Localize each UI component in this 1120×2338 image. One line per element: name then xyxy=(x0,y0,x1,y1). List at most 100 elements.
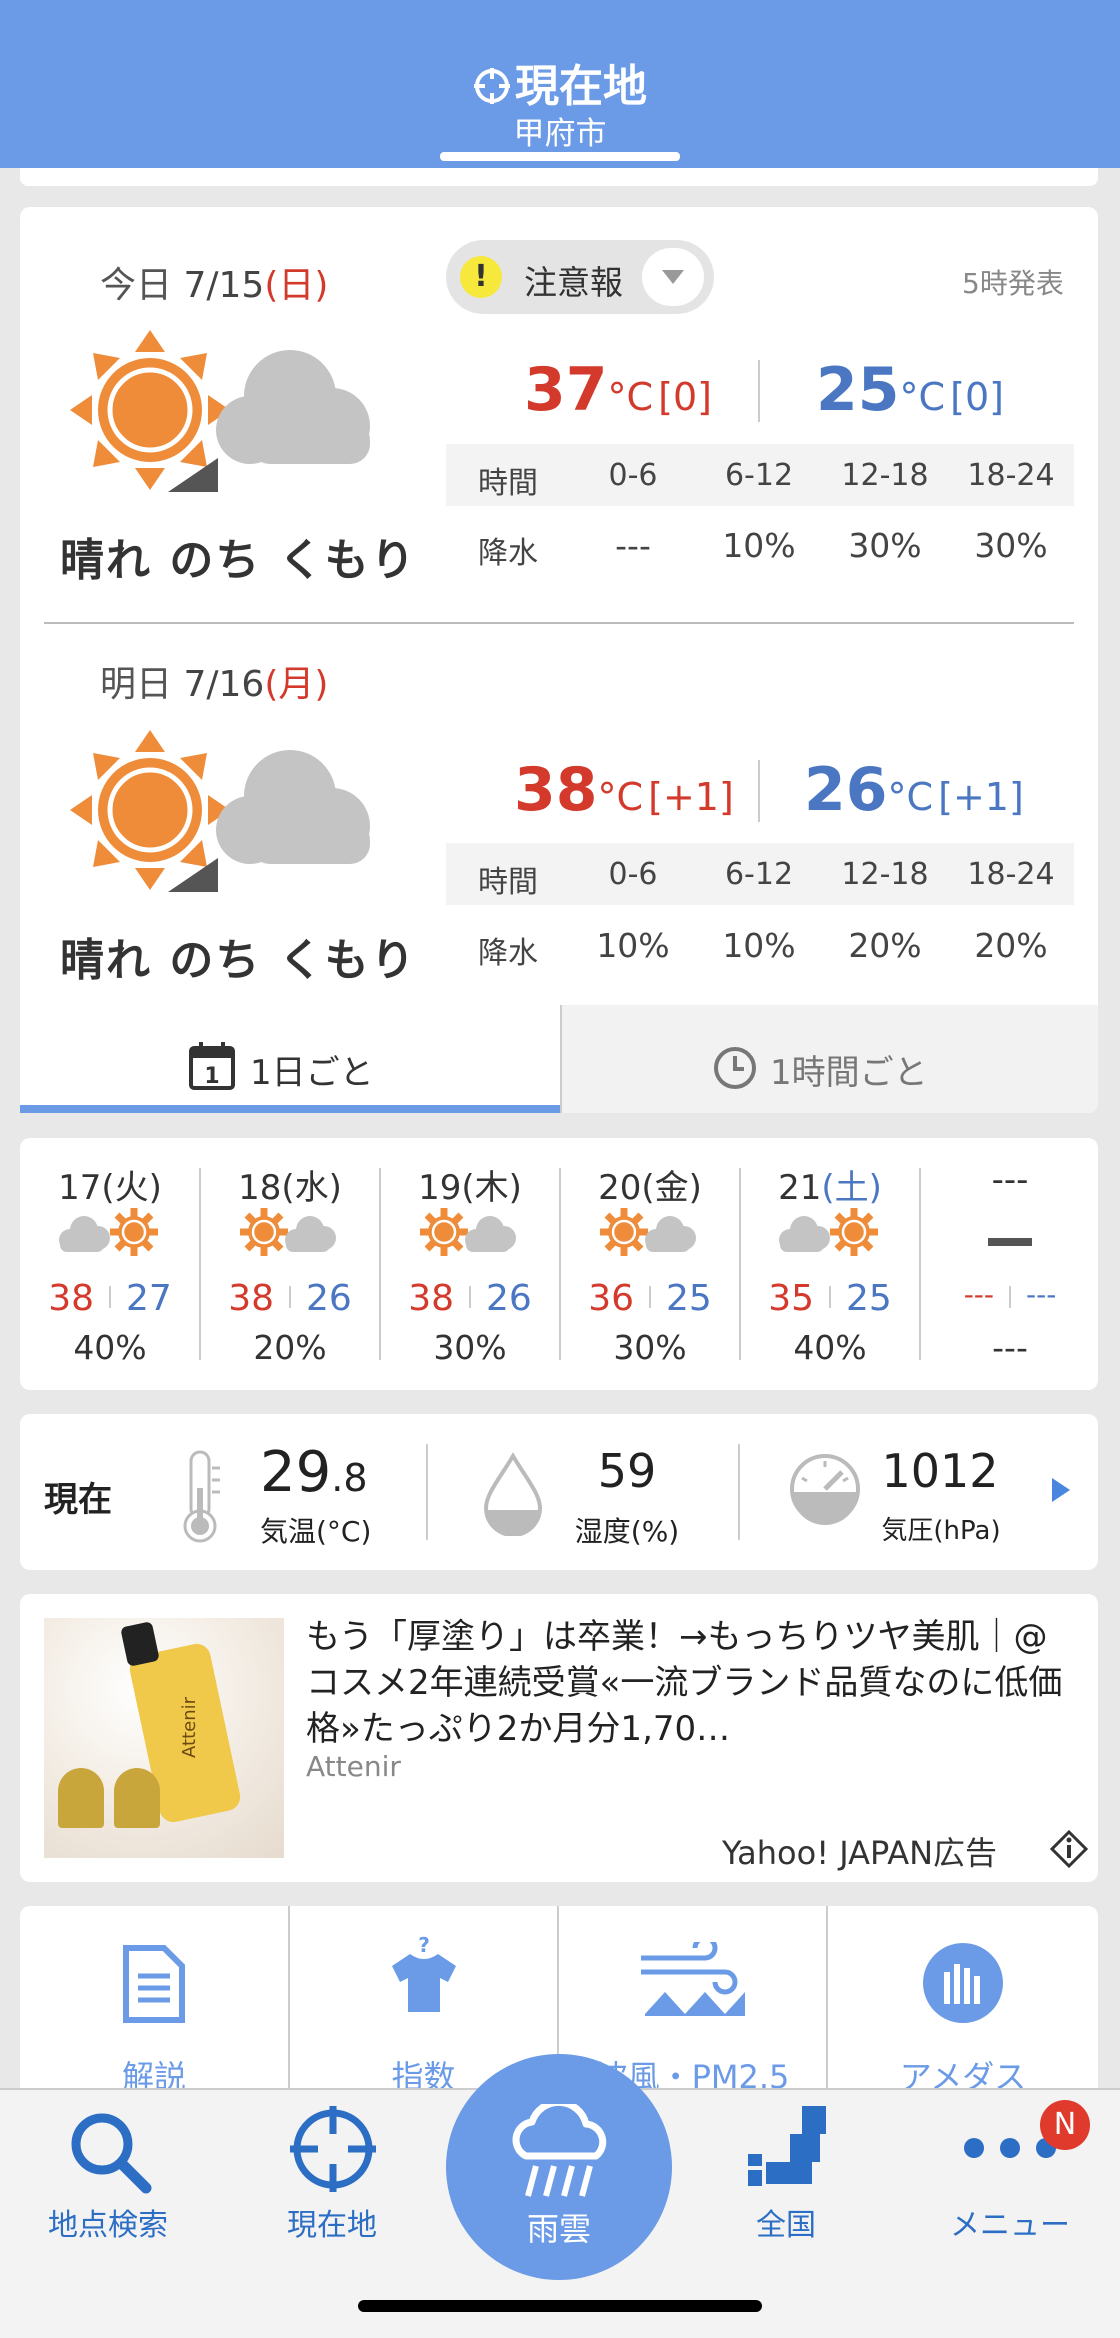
sun-cloud-icon xyxy=(600,1208,696,1256)
tab-daily-label: 1日ごと xyxy=(250,1053,374,1093)
weekly-weekday: (火) xyxy=(101,1168,162,1208)
weekly-low: 25 xyxy=(666,1278,712,1319)
weekly-day[interactable]: 20(金) 36 25 30% xyxy=(560,1156,740,1376)
weekly-temp-divider xyxy=(1009,1286,1011,1308)
page-title-row[interactable]: 現在地 xyxy=(0,50,1120,114)
weekly-weekday: (水) xyxy=(281,1168,342,1208)
temp-divider xyxy=(758,360,760,422)
notification-badge: N xyxy=(1040,2100,1090,2150)
temp-divider xyxy=(758,760,760,822)
sunny-then-cloudy-icon xyxy=(70,730,370,892)
alert-button[interactable]: ! 注意報 xyxy=(446,240,714,314)
weekly-low: 25 xyxy=(846,1278,892,1319)
top-strip xyxy=(20,168,1098,186)
tomorrow-high: 38°C [+1] xyxy=(514,755,734,825)
weekly-day[interactable]: 21(土) 35 25 40% xyxy=(740,1156,920,1376)
weekly-high: 38 xyxy=(48,1278,94,1319)
ad-footer[interactable]: Yahoo! JAPAN広告 xyxy=(722,1828,997,1874)
weekly-temp-divider xyxy=(649,1286,651,1308)
weekly-precip: 30% xyxy=(613,1328,687,1367)
amedas-bars-icon xyxy=(923,1943,1003,2023)
clock-icon xyxy=(714,1047,756,1089)
temp-label: 気温(°C) xyxy=(260,1515,372,1548)
weekly-day-number: 17 xyxy=(58,1168,102,1208)
nav-menu-label: メニュー xyxy=(950,2208,1070,2243)
weekly-weekday: (金) xyxy=(641,1168,702,1208)
weekly-precip: --- xyxy=(992,1328,1028,1367)
calendar-icon: 1 xyxy=(189,1042,235,1090)
nav-search[interactable]: 地点検索 xyxy=(28,2100,188,2243)
menu-item-commentary[interactable]: 解説 xyxy=(20,1906,288,2096)
weekly-day[interactable]: 17(火) 38 27 40% xyxy=(20,1156,200,1376)
weekly-low: 26 xyxy=(306,1278,352,1319)
weekly-high: --- xyxy=(963,1278,994,1311)
header-indicator xyxy=(440,152,680,161)
sun-cloud-icon xyxy=(59,1208,158,1256)
thermometer-icon xyxy=(183,1450,220,1543)
alert-label: 注意報 xyxy=(524,263,623,302)
issued-time: 5時発表 xyxy=(962,267,1064,300)
menu-item-amedas[interactable]: アメダス xyxy=(828,1906,1098,2096)
humidity-label: 湿度(%) xyxy=(574,1515,680,1548)
sun-cloud-icon xyxy=(240,1208,336,1256)
weekly-high: 35 xyxy=(768,1278,814,1319)
weekly-precip: 40% xyxy=(73,1328,147,1367)
weekly-high: 38 xyxy=(408,1278,454,1319)
weekly-temp-divider xyxy=(469,1286,471,1308)
nav-national[interactable]: 全国 xyxy=(706,2100,866,2243)
weekly-day-number: --- xyxy=(991,1160,1029,1200)
weekly-weekday: (木) xyxy=(461,1168,522,1208)
japan-map-icon xyxy=(748,2106,826,2186)
day-divider xyxy=(44,622,1074,624)
search-icon xyxy=(71,2113,152,2194)
tomorrow-low: 26°C [+1] xyxy=(804,755,1024,825)
weekly-day[interactable]: --- --- --- --- xyxy=(920,1156,1100,1376)
shirt-icon: ? xyxy=(392,1936,456,2012)
rain-cloud-icon xyxy=(512,2104,607,2197)
location-name: 甲府市 xyxy=(513,116,607,152)
tomorrow-precip-row: 降水 10% 10% 20% 20% xyxy=(478,926,1048,971)
wave-wind-icon xyxy=(641,1942,745,2016)
today-label: 今日 7/15(日) xyxy=(100,265,329,306)
humidity-drop-icon xyxy=(483,1452,543,1536)
current-divider xyxy=(738,1444,740,1540)
location-target-icon xyxy=(474,68,510,104)
weekly-day[interactable]: 18(水) 38 26 20% xyxy=(200,1156,380,1376)
nav-rain-button[interactable]: 雨雲 xyxy=(446,2054,672,2280)
svg-text:?: ? xyxy=(418,1936,430,1957)
sunny-then-cloudy-icon xyxy=(70,330,370,492)
weekly-precip: 30% xyxy=(433,1328,507,1367)
sun-cloud-icon xyxy=(779,1208,878,1256)
weekly-precip: 40% xyxy=(793,1328,867,1367)
weekly-low: --- xyxy=(1026,1278,1057,1311)
ad-sponsor: Attenir xyxy=(306,1750,401,1783)
weekly-precip: 20% xyxy=(253,1328,327,1367)
location-target-icon xyxy=(290,2106,376,2192)
weekly-high: 38 xyxy=(228,1278,274,1319)
info-icon[interactable] xyxy=(1050,1830,1088,1868)
home-indicator xyxy=(358,2300,762,2312)
svg-text:1: 1 xyxy=(204,1064,219,1089)
current-divider xyxy=(426,1444,428,1540)
weekly-date: 17(火) xyxy=(20,1160,200,1209)
weekly-date: --- xyxy=(920,1160,1100,1200)
nav-current-label: 現在地 xyxy=(287,2208,377,2243)
current-label: 現在 xyxy=(44,1480,112,1520)
weekly-low: 27 xyxy=(126,1278,172,1319)
ad-text[interactable]: もう「厚塗り」は卒業！→もっちりツヤ美肌｜@コスメ2年連続受賞«一流ブランド品質… xyxy=(306,1614,1076,1752)
weekly-day-number: 19 xyxy=(418,1168,462,1208)
ad-image[interactable]: Attenir xyxy=(44,1618,284,1858)
tab-hourly[interactable]: 1時間ごと xyxy=(560,1005,1098,1113)
nav-rain-label: 雨雲 xyxy=(526,2210,591,2248)
nav-menu[interactable]: N メニュー xyxy=(930,2100,1090,2243)
current-temp: 29.8 xyxy=(260,1440,368,1505)
weekly-weekday: (土) xyxy=(821,1168,882,1208)
weekly-date: 21(土) xyxy=(740,1160,920,1209)
weekly-temp-divider xyxy=(829,1286,831,1308)
weekly-day[interactable]: 19(木) 38 26 30% xyxy=(380,1156,560,1376)
no-data-dash xyxy=(988,1238,1032,1246)
chevron-right-icon[interactable] xyxy=(1048,1476,1072,1504)
weekly-date: 20(金) xyxy=(560,1160,740,1209)
nav-current[interactable]: 現在地 xyxy=(252,2100,412,2243)
tab-daily[interactable]: 1 1日ごと xyxy=(20,1005,560,1113)
